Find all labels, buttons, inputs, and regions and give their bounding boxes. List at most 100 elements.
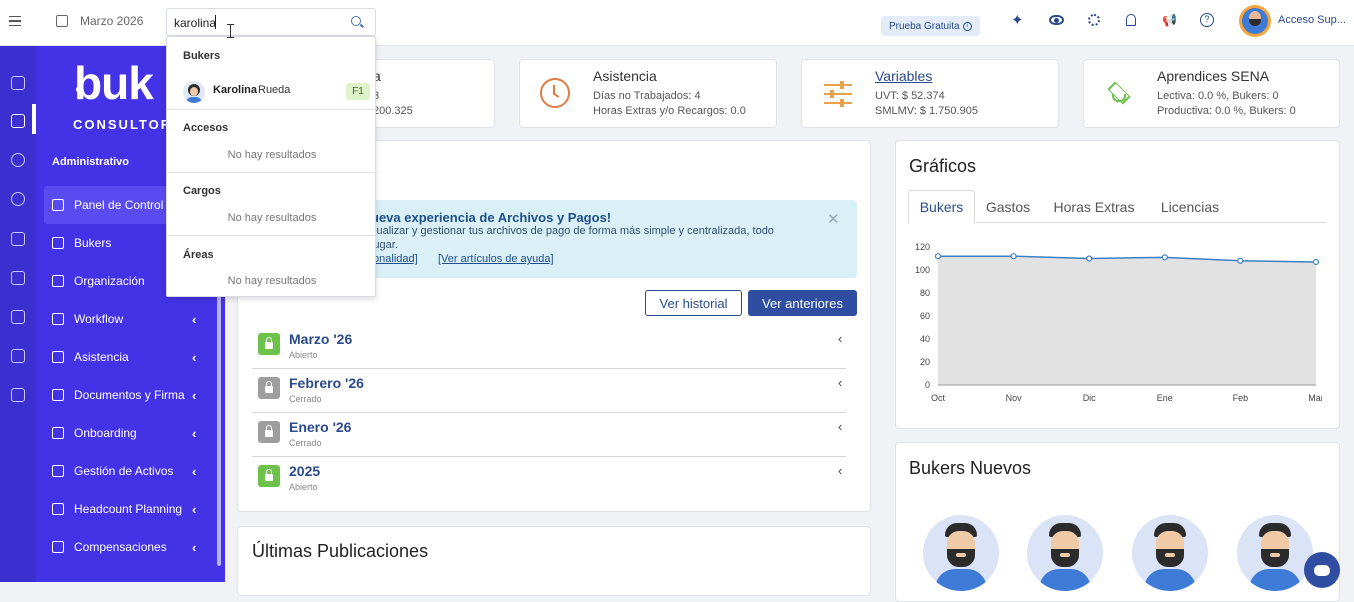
calendar-icon[interactable] <box>56 15 68 27</box>
period-status: Abierto <box>289 350 318 360</box>
dollar-icon[interactable] <box>11 153 25 167</box>
period-status: Cerrado <box>289 438 322 448</box>
briefcase-icon[interactable] <box>11 271 25 285</box>
search-icon-handle <box>360 23 364 28</box>
sidebar-item-label: Organización <box>74 274 145 288</box>
search-result-item[interactable]: Karolina Rueda F1 <box>167 77 377 105</box>
sidebar-item-documentos-y-firma[interactable]: Documentos y Firma ‹ <box>36 376 225 414</box>
sparkle-icon[interactable]: ✦ <box>1011 13 1024 29</box>
sidebar-item-compensaciones[interactable]: Compensaciones ‹ <box>36 528 225 566</box>
publications-panel: Últimas Publicaciones <box>237 526 871 596</box>
result-avatar <box>183 81 205 103</box>
chevron-left-icon: ‹ <box>192 349 197 365</box>
new-buker-avatar[interactable] <box>923 515 999 591</box>
tab-licencias[interactable]: Licencias <box>1147 190 1233 223</box>
eye-icon[interactable] <box>1049 15 1064 25</box>
new-bukers-title: Bukers Nuevos <box>909 458 1032 478</box>
search-input[interactable]: karolina <box>174 16 216 30</box>
y-tick-label: 100 <box>915 265 930 275</box>
clock-icon[interactable] <box>11 192 25 206</box>
period-date-label[interactable]: Marzo 2026 <box>80 14 143 28</box>
graduation-cap-icon <box>1104 81 1134 105</box>
compensation-icon <box>52 541 64 553</box>
new-buker-avatar[interactable] <box>1132 515 1208 591</box>
sidebar-item-label: Compensaciones <box>74 540 167 554</box>
user-name-label[interactable]: Acceso Sup... <box>1278 14 1346 26</box>
asistencia-title: Asistencia <box>593 68 657 84</box>
close-icon[interactable]: ✕ <box>827 210 840 228</box>
chevron-left-icon: ‹ <box>192 463 197 479</box>
period-status: Abierto <box>289 482 318 492</box>
period-row[interactable]: Enero '26 Cerrado ‹ <box>252 413 846 457</box>
sidebar-item-gestión-de-activos[interactable]: Gestión de Activos ‹ <box>36 452 225 490</box>
result-shortcut-badge: F1 <box>346 83 370 100</box>
dashboard-icon <box>52 199 64 211</box>
y-tick-label: 20 <box>920 357 930 367</box>
x-tick-label: Ene <box>1157 393 1173 401</box>
clock-icon <box>540 78 570 108</box>
store-icon[interactable] <box>11 388 25 402</box>
home-icon[interactable] <box>11 76 25 90</box>
view-history-button[interactable]: Ver historial <box>645 290 742 316</box>
summary-card-asistencia[interactable]: Asistencia Días no Trabajados: 4 Horas E… <box>519 59 777 128</box>
variables-title-link[interactable]: Variables <box>875 68 932 84</box>
chevron-left-icon[interactable]: ‹ <box>838 331 842 346</box>
sidebar-item-label: Bukers <box>74 236 112 250</box>
banner-link-help[interactable]: [Ver artículos de ayuda] <box>438 253 554 265</box>
period-row[interactable]: 2025 Abierto ‹ <box>252 457 846 501</box>
data-point <box>1010 253 1017 260</box>
y-tick-label: 120 <box>915 242 930 252</box>
summary-card-variables[interactable]: Variables UVT: $ 52.374 SMLMV: $ 1.750.9… <box>801 59 1059 128</box>
sidebar-item-workflow[interactable]: Workflow ‹ <box>36 300 225 338</box>
chevron-left-icon: ‹ <box>192 425 197 441</box>
data-point <box>1237 257 1244 264</box>
charts-panel: Gráficos Bukers Gastos Horas Extras Lice… <box>895 140 1340 429</box>
chevron-left-icon[interactable]: ‹ <box>838 463 842 478</box>
dropdown-divider <box>167 109 377 110</box>
graduation-icon[interactable] <box>11 310 25 324</box>
search-box[interactable]: karolina <box>166 8 376 36</box>
sidebar-item-label: Documentos y Firma <box>74 388 185 402</box>
megaphone-icon[interactable]: 📢 <box>1162 13 1177 27</box>
period-row[interactable]: Marzo '26 Abierto ‹ <box>252 325 846 369</box>
user-avatar[interactable] <box>1239 5 1271 37</box>
no-results-accesos: No hay resultados <box>227 149 317 161</box>
new-buker-avatar[interactable] <box>1237 515 1313 591</box>
summary-card-sena[interactable]: Aprendices SENA Lectiva: 0.0 %, Bukers: … <box>1083 59 1340 128</box>
users-icon <box>52 237 64 249</box>
info-icon: i <box>962 21 972 31</box>
brand-logo[interactable]: buk <box>74 56 154 110</box>
trial-badge[interactable]: Prueba Gratuita i <box>881 16 980 36</box>
sidebar-item-headcount-planning[interactable]: Headcount Planning ‹ <box>36 490 225 528</box>
gear-icon[interactable] <box>1088 14 1100 26</box>
tab-bukers[interactable]: Bukers <box>908 190 975 224</box>
data-point <box>1312 258 1320 266</box>
sidebar-item-asistencia[interactable]: Asistencia ‹ <box>36 338 225 376</box>
chevron-left-icon[interactable]: ‹ <box>838 419 842 434</box>
period-row[interactable]: Febrero '26 Cerrado ‹ <box>252 369 846 413</box>
tab-horas-extras[interactable]: Horas Extras <box>1041 190 1147 223</box>
chevron-left-icon: ‹ <box>192 387 197 403</box>
headcount-icon <box>52 503 64 515</box>
sidebar-item-label: Onboarding <box>74 426 137 440</box>
hamburger-menu-icon[interactable] <box>9 16 21 26</box>
variables-line2: SMLMV: $ 1.750.905 <box>875 105 978 117</box>
chevron-left-icon[interactable]: ‹ <box>838 375 842 390</box>
tab-gastos[interactable]: Gastos <box>975 190 1041 223</box>
new-buker-avatar[interactable] <box>1027 515 1103 591</box>
tab-licencias-label: Licencias <box>1160 198 1220 215</box>
period-name: Enero '26 <box>289 419 352 435</box>
sidebar-item-onboarding[interactable]: Onboarding ‹ <box>36 414 225 452</box>
text-cursor <box>215 15 216 29</box>
summary-card-line2: 200.325 <box>373 105 413 117</box>
x-tick-label: Dic <box>1083 393 1096 401</box>
bell-icon[interactable] <box>1126 14 1136 26</box>
chat-launcher-button[interactable] <box>1304 552 1340 588</box>
dropdown-section-accesos: Accesos <box>183 122 229 134</box>
clipboard-icon[interactable] <box>11 114 25 128</box>
help-icon[interactable]: ? <box>1200 13 1214 27</box>
hand-money-icon[interactable] <box>11 232 25 246</box>
folder-icon[interactable] <box>11 349 25 363</box>
workflow-icon <box>52 313 64 325</box>
view-previous-button[interactable]: Ver anteriores <box>748 290 857 316</box>
